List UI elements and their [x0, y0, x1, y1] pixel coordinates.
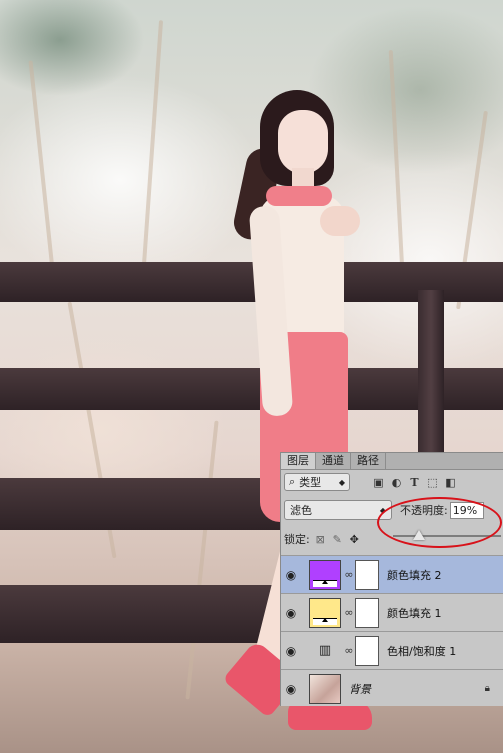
reed-stem [140, 20, 164, 280]
kind-filter-label: 类型 [299, 476, 322, 489]
layer-thumbnail [309, 597, 341, 628]
visibility-eye-icon[interactable]: ◉ [281, 682, 301, 696]
lock-position-icon[interactable]: ✥ [348, 533, 361, 546]
opacity-slider-track [393, 535, 501, 537]
panel-tabs: 图层 通道 路径 [281, 453, 503, 470]
layer-mask-thumbnail [355, 559, 379, 590]
hue-saturation-icon: ▥ [318, 643, 332, 658]
opacity-label: 不透明度: [400, 504, 448, 517]
blend-mode-value: 滤色 [290, 504, 312, 517]
kind-filter-select[interactable]: ⌕ 类型 ◆ [284, 473, 350, 491]
layer-row[interactable]: ◉ ∞ 颜色填充 2 [281, 555, 503, 593]
hand [320, 206, 360, 236]
tab-layers[interactable]: 图层 [281, 453, 316, 469]
smart-object-filter-icon[interactable]: ◧ [444, 476, 457, 489]
tab-paths[interactable]: 路径 [351, 453, 386, 469]
image-filter-icon[interactable]: ▣ [372, 476, 385, 489]
face [278, 110, 328, 174]
shape-filter-icon[interactable]: ⬚ [426, 476, 439, 489]
reed-stem [28, 60, 56, 280]
lock-icon: 🔒︎ [484, 683, 490, 694]
layer-mask-thumbnail [355, 635, 379, 666]
layers-list: ◉ ∞ 颜色填充 2 ◉ ∞ 颜色填充 1 ◉ ▥ ∞ 色相/饱和度 1 ◉ 背… [281, 555, 503, 707]
opacity-slider[interactable] [393, 530, 501, 540]
layer-name[interactable]: 颜色填充 1 [387, 605, 442, 621]
layer-name[interactable]: 颜色填充 2 [387, 567, 442, 583]
reed-stem [388, 50, 406, 290]
fill-marker [313, 617, 337, 625]
tab-channels[interactable]: 通道 [316, 453, 351, 469]
link-chain-icon: ∞ [344, 644, 354, 657]
reed-stem [185, 420, 219, 700]
link-chain-icon: ∞ [344, 568, 354, 581]
layer-thumbnail [309, 559, 341, 590]
layer-row[interactable]: ◉ ▥ ∞ 色相/饱和度 1 [281, 631, 503, 669]
type-filter-icon[interactable]: T [408, 476, 421, 489]
opacity-input[interactable]: 19% [449, 501, 484, 519]
railing-post [418, 290, 444, 460]
chevron-updown-icon: ◆ [338, 477, 345, 487]
lock-transparency-icon[interactable]: ⊠ [314, 533, 327, 546]
layer-row[interactable]: ◉ 背景 🔒︎ [281, 669, 503, 707]
collar [266, 186, 332, 206]
layer-mask-thumbnail [355, 597, 379, 628]
background-thumbnail [309, 673, 341, 704]
link-chain-icon: ∞ [344, 606, 354, 619]
fill-marker [313, 579, 337, 587]
visibility-eye-icon[interactable]: ◉ [281, 606, 301, 620]
layer-name[interactable]: 背景 [349, 681, 371, 697]
layer-row[interactable]: ◉ ∞ 颜色填充 1 [281, 593, 503, 631]
visibility-eye-icon[interactable]: ◉ [281, 568, 301, 582]
filter-icons: ▣ ◐ T ⬚ ◧ [372, 476, 457, 489]
opacity-slider-thumb[interactable] [412, 530, 425, 540]
lock-paint-icon[interactable]: ✎ [331, 533, 344, 546]
lock-label: 锁定: [284, 533, 310, 546]
layer-name[interactable]: 色相/饱和度 1 [387, 643, 456, 659]
layers-panel: 图层 通道 路径 ⌕ 类型 ◆ ▣ ◐ T ⬚ ◧ 滤色 ◆ 不透明度: 19%… [280, 452, 503, 706]
search-icon: ⌕ [289, 475, 296, 488]
visibility-eye-icon[interactable]: ◉ [281, 644, 301, 658]
blend-mode-select[interactable]: 滤色 ◆ [284, 500, 392, 520]
chevron-updown-icon: ◆ [379, 505, 386, 515]
blend-row: 滤色 ◆ 不透明度: 19% [281, 498, 503, 522]
adjustment-filter-icon[interactable]: ◐ [390, 476, 403, 489]
filter-row: ⌕ 类型 ◆ ▣ ◐ T ⬚ ◧ [281, 470, 503, 494]
